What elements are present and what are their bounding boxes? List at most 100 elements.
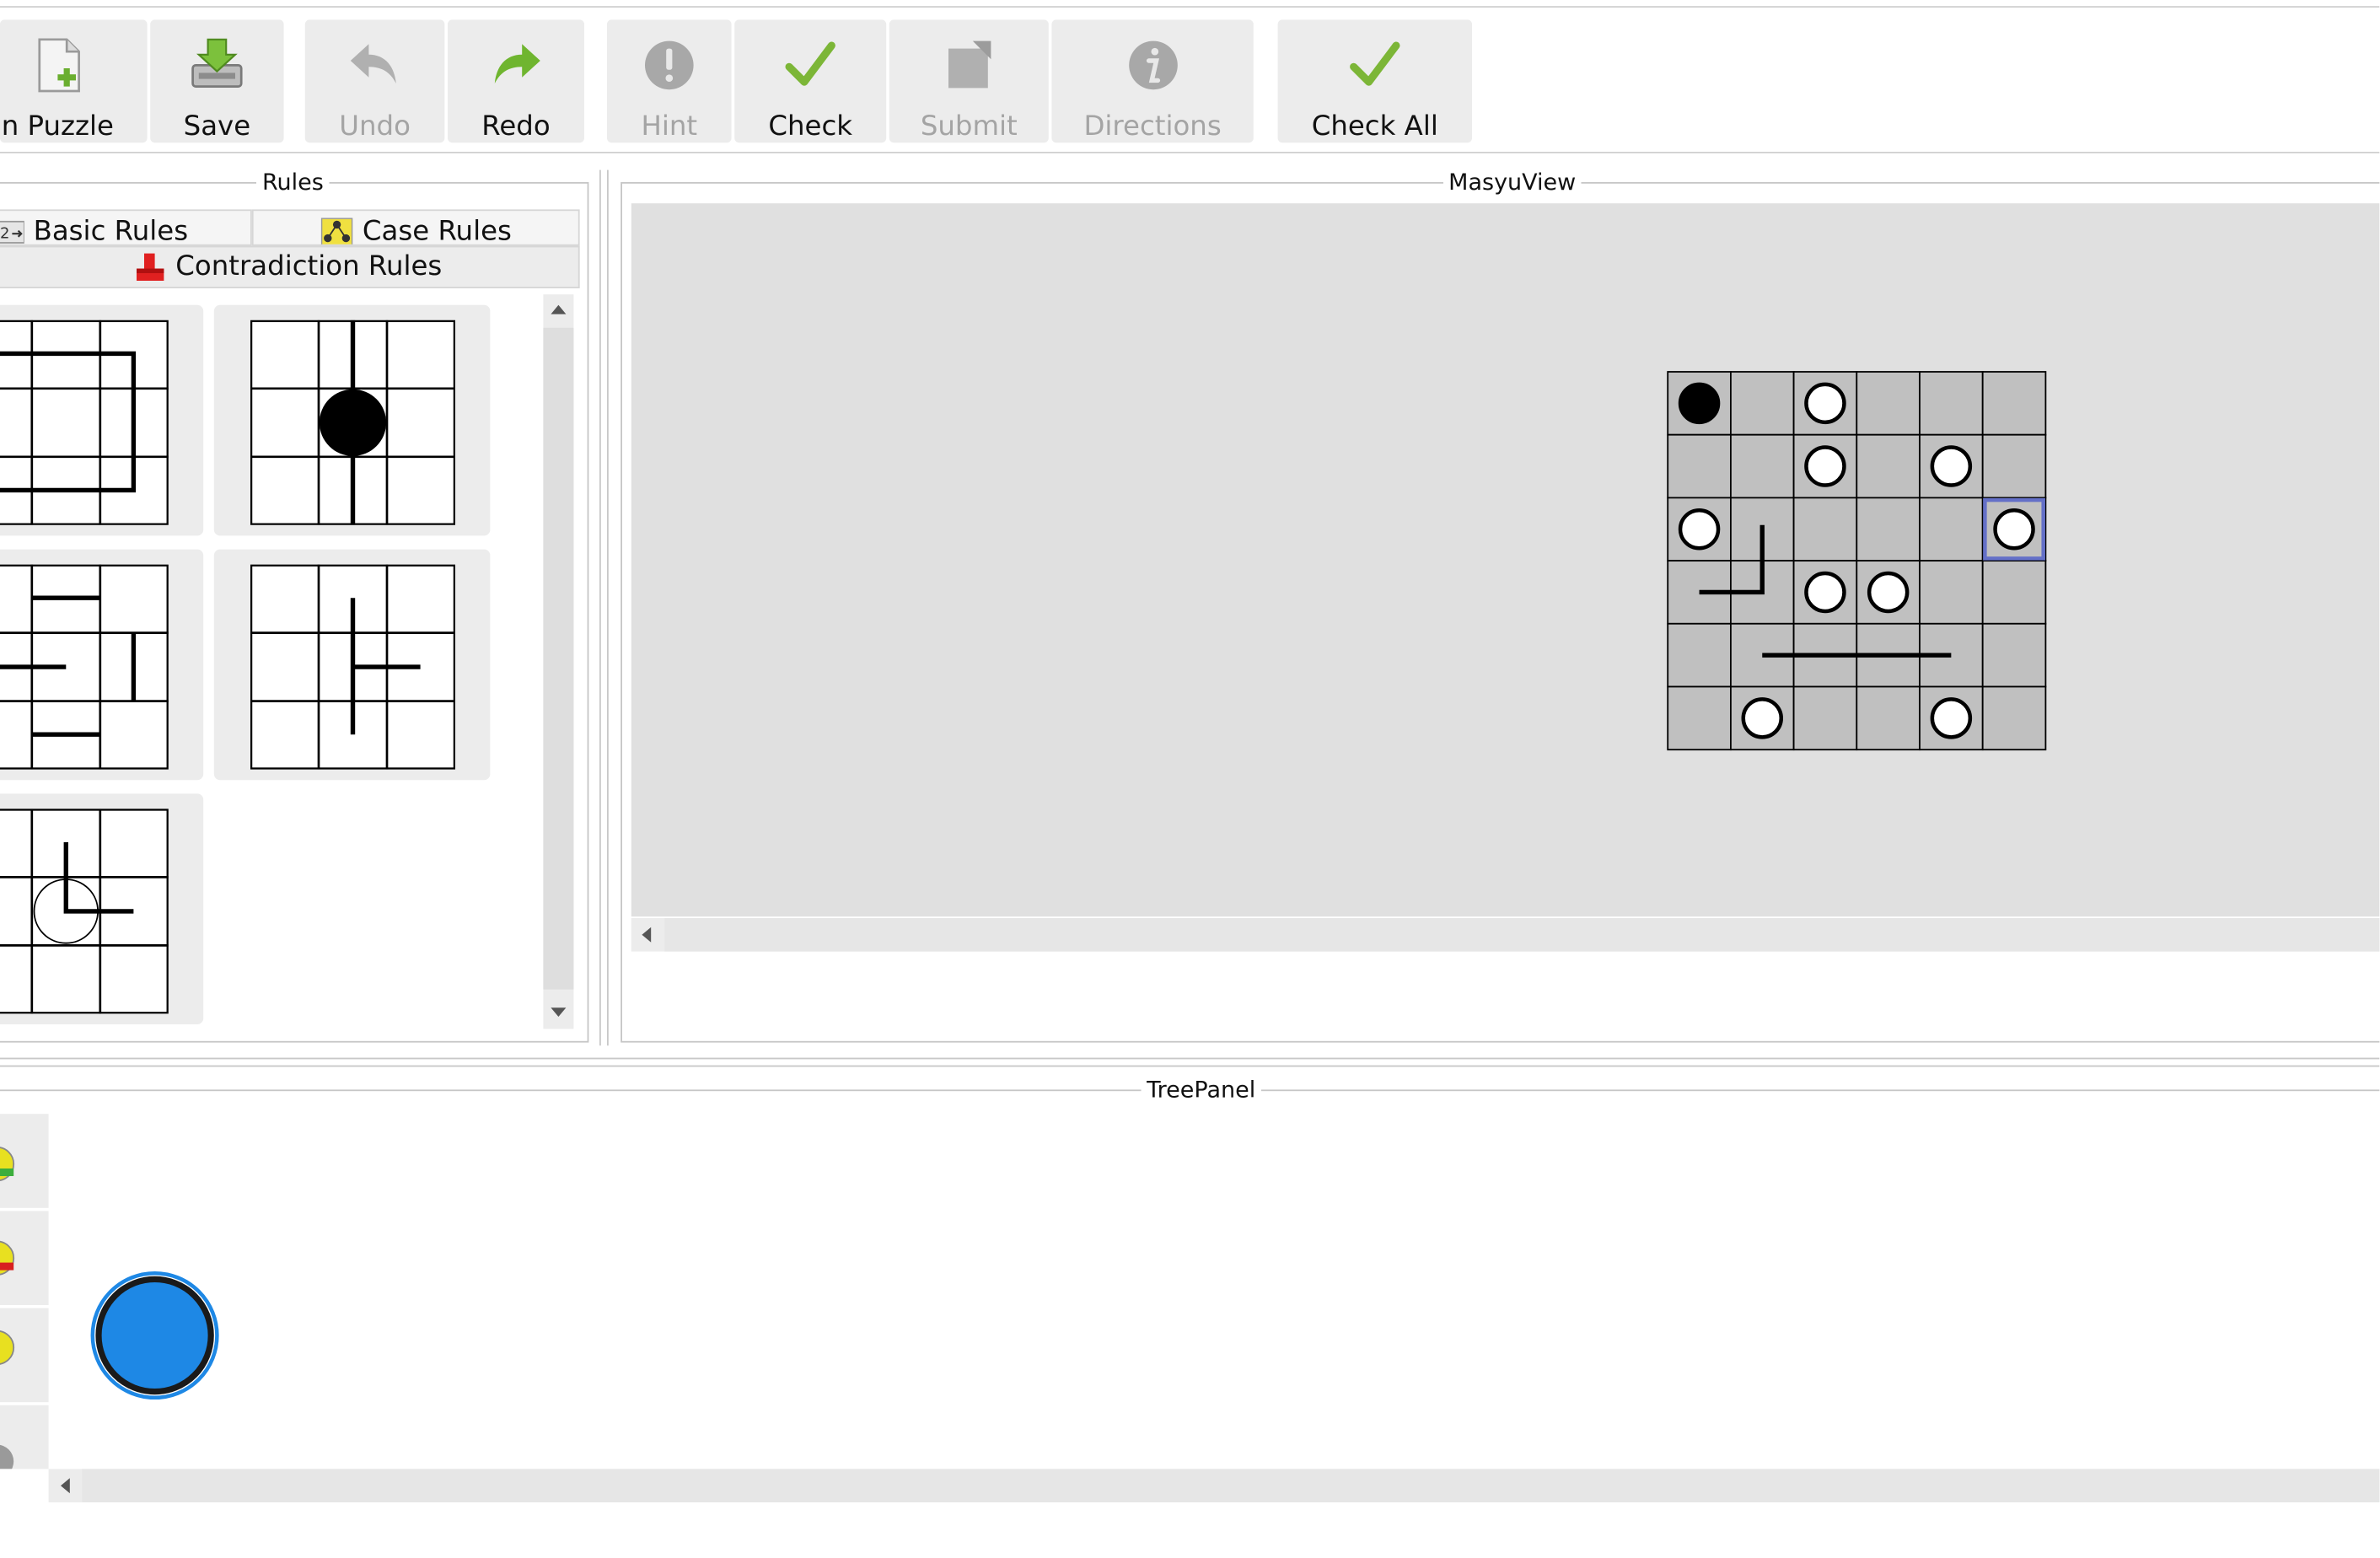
checkmark-icon [785,41,835,86]
rule-4-diagram [250,564,455,770]
masyu-cell[interactable] [1856,433,1921,499]
tab-contradiction-rules[interactable]: Contradiction Rules [0,245,580,288]
tab-case-rules[interactable]: Case Rules [251,209,580,246]
scroll-left-arrow-icon[interactable] [642,927,652,943]
directions-label: Directions [1083,110,1222,143]
check-button[interactable]: Check [734,19,887,143]
masyu-cell[interactable] [1667,685,1732,751]
basic-rules-icon: 2 [0,220,24,244]
masyu-cell[interactable] [1729,371,1795,436]
submit-label: Submit [920,110,1018,143]
white-pearl [1804,445,1846,487]
masyu-cell[interactable] [1792,685,1858,751]
masyu-cell[interactable] [1981,560,2047,625]
legup-window: n Puzzle Save Undo Redo Hint Check Submi… [0,0,2380,1555]
merge-node-icon [0,1330,15,1365]
hint-button[interactable]: Hint [607,19,732,143]
contradiction-rules-icon [136,253,164,281]
check-all-button[interactable]: Check All [1277,19,1472,143]
rule-card-3[interactable] [0,549,204,781]
vertical-splitter[interactable] [598,169,610,1046]
masyu-cell[interactable] [1856,497,1921,561]
collapse-node-icon [0,1444,14,1469]
masyu-cell[interactable] [1919,560,1984,625]
submit-button[interactable]: Submit [889,19,1049,143]
tree-horizontal-scrollbar[interactable] [48,1469,2380,1502]
add-child-node-button[interactable] [0,1114,49,1208]
white-pearl [1741,697,1783,739]
hint-label: Hint [641,110,698,143]
white-pearl [1930,445,1973,487]
top-border [0,6,2380,8]
tree-root-node[interactable] [89,1271,220,1401]
masyu-cell[interactable] [1981,685,2047,751]
scroll-up-arrow-icon[interactable] [551,304,567,314]
masyu-cell[interactable] [1856,685,1921,751]
puzzle-canvas[interactable] [631,203,2380,917]
new-file-icon [38,38,80,93]
puzzle-horizontal-scrollbar[interactable] [631,918,2380,952]
white-pearl [1804,571,1846,614]
toolbar-separator [0,152,2380,153]
horizontal-splitter[interactable] [0,1056,2380,1072]
tab-contradiction-rules-label: Contradiction Rules [175,250,443,282]
delete-node-button[interactable] [0,1211,49,1305]
white-pearl [1867,571,1910,614]
rule-5-diagram [0,809,169,1014]
undo-label: Undo [339,110,411,143]
masyu-cell[interactable] [1667,622,1732,688]
masyu-view-title: MasyuView [1448,168,1577,196]
masyu-cell[interactable] [1667,433,1732,499]
masyu-cell[interactable] [1856,371,1921,436]
rule-card-1[interactable] [0,304,204,536]
white-pearl [1804,382,1846,425]
masyu-cell[interactable] [1981,622,2047,688]
redo-label: Redo [481,110,551,143]
collapse-node-button[interactable] [0,1405,49,1469]
rule-card-5[interactable] [0,793,204,1024]
delete-node-icon [0,1240,15,1276]
checkmark-icon [1350,41,1400,86]
tab-case-rules-label: Case Rules [362,215,512,246]
add-node-icon [0,1147,15,1181]
masyu-cell[interactable] [1919,371,1984,436]
merge-node-button[interactable] [0,1308,49,1403]
rule-3-diagram [0,564,169,770]
masyu-board[interactable] [1666,370,2049,753]
tree-panel-title: TreePanel [1147,1076,1256,1104]
rules-scrollbar[interactable] [543,294,574,1029]
masyu-cell[interactable] [1729,433,1795,499]
directions-button[interactable]: Directions [1051,19,1254,143]
rules-scrollbar-thumb[interactable] [543,327,574,990]
masyu-cell[interactable] [1919,497,1984,561]
save-button[interactable]: Save [150,19,284,143]
open-puzzle-button[interactable]: n Puzzle [0,19,148,143]
redo-arrow-icon [494,44,540,83]
open-puzzle-label: n Puzzle [1,110,114,143]
masyu-cell[interactable] [1792,497,1858,561]
rule-card-4[interactable] [213,549,491,781]
redo-button[interactable]: Redo [448,19,584,143]
rule-2-diagram [250,320,455,525]
black-pearl [1678,382,1721,425]
scroll-left-arrow-icon[interactable] [61,1478,70,1494]
case-rules-icon [320,218,353,244]
scroll-down-arrow-icon[interactable] [551,1007,567,1017]
save-label: Save [183,110,251,143]
rule-card-2[interactable] [213,304,491,536]
masyu-cell[interactable] [1981,433,2047,499]
masyu-cell[interactable] [1981,371,2047,436]
info-icon [1128,40,1177,90]
submit-icon [948,40,991,89]
svg-text:2: 2 [0,225,9,243]
undo-button[interactable]: Undo [304,19,445,143]
tab-basic-rules[interactable]: 2 Basic Rules [0,209,252,246]
check-all-label: Check All [1311,110,1438,143]
white-pearl [1993,508,2035,551]
undo-arrow-icon [350,44,396,83]
rules-panel-title: Rules [261,168,324,196]
tree-scrollbar-thumb[interactable] [82,1469,2380,1502]
save-icon [191,38,243,88]
puzzle-scrollbar-thumb[interactable] [664,918,2380,952]
white-pearl [1678,508,1721,551]
